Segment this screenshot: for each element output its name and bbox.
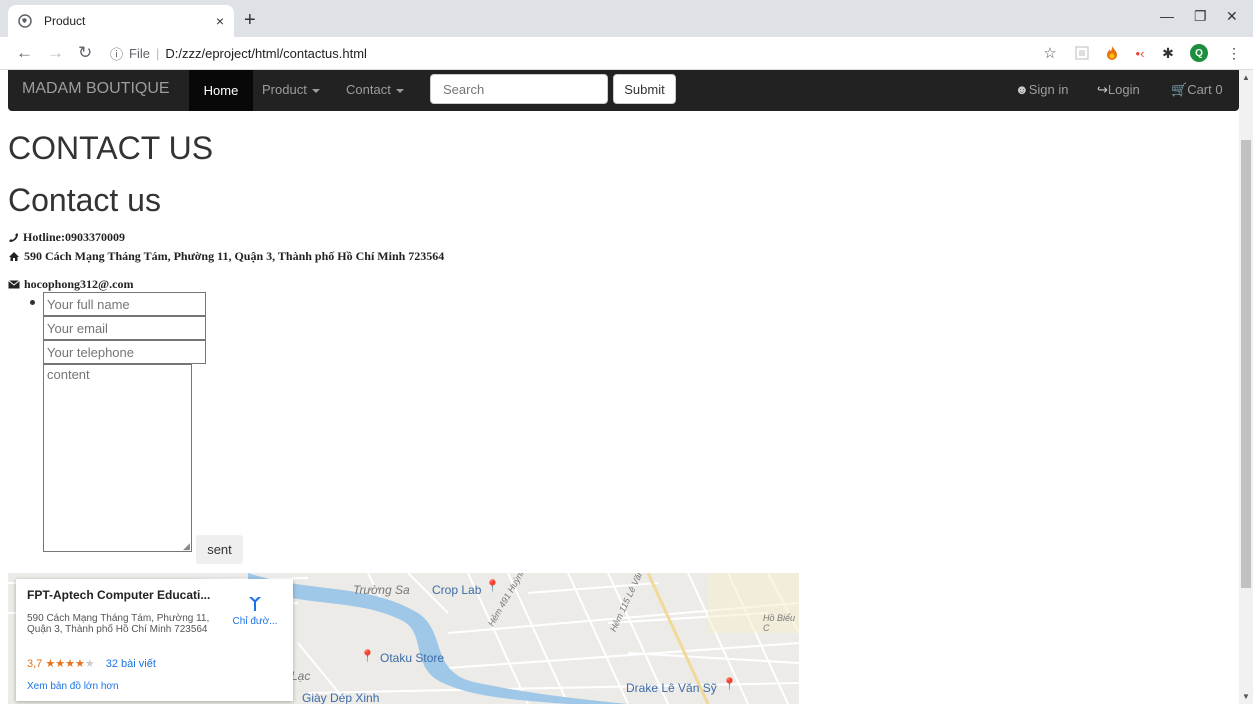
window-close-icon[interactable]: ✕ — [1226, 8, 1238, 25]
embedded-map[interactable]: Trường Sa Crop Lab 📍 Hẻm 491 Huỳnh Văn B… — [8, 573, 799, 704]
envelope-icon — [8, 280, 20, 289]
phone-icon — [8, 232, 19, 243]
map-label-truong-sa: Trường Sa — [353, 583, 410, 597]
browser-toolbar: ← → ↻ ⓘ File | D:/zzz/eproject/html/cont… — [0, 37, 1253, 70]
telephone-input[interactable] — [43, 340, 206, 364]
shop-pin-icon[interactable]: 📍 — [485, 579, 500, 593]
nav-contact[interactable]: Contact — [346, 82, 404, 97]
extension-fire-icon[interactable] — [1104, 45, 1120, 61]
email-input[interactable] — [43, 316, 206, 340]
directions-button[interactable]: Chỉ đườ... — [230, 595, 280, 627]
browser-tabstrip: Product × + — ❐ ✕ — [0, 0, 1253, 37]
directions-icon — [249, 597, 261, 611]
resize-grip-icon[interactable]: ◢ — [183, 541, 190, 552]
profile-avatar[interactable]: Q — [1190, 44, 1208, 62]
login-icon: ↪ — [1097, 82, 1108, 97]
rating-stars-icon: ★★★★★ — [45, 658, 95, 670]
section-title: Contact us — [8, 182, 161, 218]
back-icon[interactable]: ← — [16, 43, 33, 63]
caret-down-icon — [395, 88, 404, 93]
new-tab-button[interactable]: + — [244, 9, 256, 32]
chrome-menu-icon[interactable]: ⋮ — [1226, 45, 1242, 61]
nav-home[interactable]: Home — [189, 70, 253, 111]
nav-login[interactable]: ↪Login — [1097, 82, 1140, 98]
nav-product-label: Product — [262, 82, 307, 97]
map-label-giay-dep: Giày Dép Xinh — [302, 691, 380, 704]
email-line: hocophong312@.com — [8, 277, 134, 292]
home-icon — [8, 251, 20, 262]
map-label-otaku-store: Otaku Store — [380, 651, 445, 665]
nav-signin[interactable]: ☻Sign in — [1015, 82, 1068, 97]
tab-close-icon[interactable]: × — [216, 13, 224, 29]
place-rating: 3,7 ★★★★★ 32 bài viết — [27, 657, 156, 670]
nav-cart-label: Cart 0 — [1187, 82, 1223, 97]
minimize-icon[interactable]: — — [1160, 8, 1174, 24]
hotline-line: Hotline:0903370009 — [8, 230, 125, 245]
globe-icon — [18, 14, 32, 28]
page-title: CONTACT US — [8, 130, 214, 166]
extension-reader-icon[interactable] — [1074, 45, 1090, 61]
map-label-crop-lab: Crop Lab — [432, 583, 482, 597]
send-button[interactable]: sent — [196, 535, 243, 564]
bookmark-star-icon[interactable]: ☆ — [1042, 45, 1058, 62]
scroll-up-icon[interactable]: ▲ — [1242, 73, 1250, 82]
tab-title: Product — [44, 14, 86, 28]
map-label-drake: Drake Lê Văn Sỹ — [626, 681, 717, 695]
hotline-text: Hotline:0903370009 — [23, 230, 125, 244]
user-icon: ☻ — [1015, 82, 1029, 97]
scroll-thumb[interactable] — [1241, 140, 1251, 588]
url-scheme-label: File — [129, 45, 150, 61]
nav-login-label: Login — [1107, 82, 1140, 97]
nav-signin-label: Sign in — [1028, 82, 1069, 97]
map-label-lac: Lạc — [291, 669, 311, 683]
nav-product[interactable]: Product — [262, 82, 320, 97]
directions-label: Chỉ đườ... — [232, 616, 278, 627]
email-text: hocophong312@.com — [24, 277, 134, 291]
reload-icon[interactable]: ↻ — [78, 43, 92, 63]
list-bullet — [30, 300, 35, 305]
full-name-input[interactable] — [43, 292, 206, 316]
place-address: 590 Cách Mạng Tháng Tám, Phường 11, Quận… — [27, 613, 210, 635]
search-input[interactable] — [430, 74, 608, 104]
otaku-pin-icon[interactable]: 📍 — [360, 649, 375, 663]
address-line: 590 Cách Mạng Tháng Tám, Phường 11, Quận… — [8, 249, 444, 264]
extensions-puzzle-icon[interactable]: ✱ — [1160, 45, 1176, 61]
larger-map-link[interactable]: Xem bản đồ lớn hơn — [27, 681, 119, 692]
caret-down-icon — [311, 88, 320, 93]
site-navbar: MADAM BOUTIQUE Home Product Contact Subm… — [8, 70, 1239, 111]
forward-icon[interactable]: → — [47, 43, 64, 63]
rating-value: 3,7 — [27, 658, 43, 670]
content-textarea[interactable] — [43, 364, 192, 552]
url-separator: | — [155, 45, 160, 61]
cart-icon: 🛒 — [1171, 82, 1188, 97]
scroll-down-icon[interactable]: ▼ — [1242, 692, 1250, 701]
brand-logo[interactable]: MADAM BOUTIQUE — [22, 80, 170, 98]
nav-contact-label: Contact — [346, 82, 391, 97]
address-text: 590 Cách Mạng Tháng Tám, Phường 11, Quận… — [24, 249, 445, 263]
place-info-card: FPT-Aptech Computer Educati... 590 Cách … — [16, 579, 293, 701]
reviews-link[interactable]: 32 bài viết — [106, 658, 156, 670]
address-bar[interactable]: ⓘ File | D:/zzz/eproject/html/contactus.… — [110, 41, 1070, 65]
nav-cart[interactable]: 🛒Cart 0 — [1171, 82, 1223, 98]
map-label-ho-bieu: Hồ Biểu C — [763, 613, 796, 633]
restore-icon[interactable]: ❐ — [1194, 8, 1207, 25]
info-icon[interactable]: ⓘ — [110, 44, 123, 63]
extension-lab-icon[interactable]: •‹ — [1132, 45, 1148, 61]
url-text: D:/zzz/eproject/html/contactus.html — [165, 45, 367, 61]
drake-pin-icon[interactable]: 📍 — [722, 677, 737, 691]
submit-button[interactable]: Submit — [613, 74, 676, 104]
browser-tab[interactable]: Product × — [8, 5, 234, 37]
page-scrollbar[interactable]: ▲ ▼ — [1239, 70, 1253, 704]
